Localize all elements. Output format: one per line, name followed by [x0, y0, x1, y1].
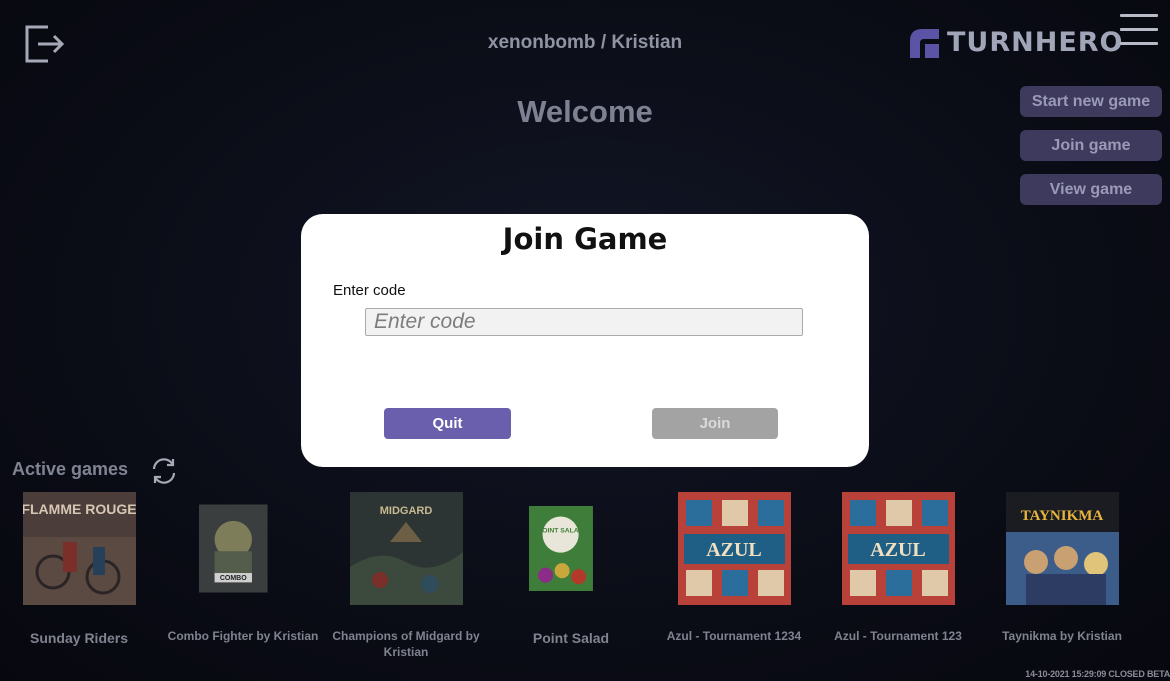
game-cover-image: FLAMME ROUGE — [22, 492, 136, 605]
game-cover-image: AZUL — [677, 492, 791, 605]
brand-name: TURNHERO — [947, 27, 1124, 58]
welcome-heading: Welcome — [517, 94, 653, 129]
modal-title: Join Game — [502, 222, 668, 256]
game-name: Sunday Riders — [29, 630, 129, 646]
game-cover-image: COMBO — [199, 504, 268, 593]
game-card[interactable]: POINT SALAD Point Salad — [491, 492, 651, 646]
cover-text: AZUL — [870, 539, 926, 561]
join-game-modal: Join Game Enter code Quit Join — [301, 214, 869, 467]
game-card[interactable]: AZUL Azul - Tournament 1234 — [654, 492, 814, 643]
game-cover-image: TAYNIKMA — [1005, 492, 1119, 605]
join-game-button[interactable]: Join game — [1020, 130, 1162, 161]
status-footer: 14-10-2021 15:29:09 CLOSED BETA — [1025, 669, 1170, 679]
cover-text: FLAMME ROUGE — [23, 501, 136, 517]
game-name: Taynikma by Kristian — [1002, 629, 1122, 643]
cover-text: POINT SALAD — [537, 527, 583, 534]
game-card[interactable]: COMBO Combo Fighter by Kristian — [163, 492, 323, 643]
cover-text: MIDGARD — [379, 505, 432, 517]
game-name: Champions of Midgard by Kristian — [332, 629, 480, 659]
game-cover-image: MIDGARD — [349, 492, 463, 605]
home-screen: xenonbomb / Kristian TURNHERO Welcome St… — [0, 0, 1170, 681]
join-button[interactable]: Join — [652, 408, 778, 439]
game-name: Azul - Tournament 123 — [834, 629, 962, 643]
game-name: Azul - Tournament 1234 — [666, 629, 802, 643]
hamburger-menu-icon[interactable] — [1120, 14, 1158, 48]
cover-text: TAYNIKMA — [1020, 508, 1103, 524]
game-name: Point Salad — [532, 630, 610, 646]
code-input[interactable] — [365, 308, 803, 336]
code-label: Enter code — [333, 282, 406, 299]
quit-button[interactable]: Quit — [384, 408, 511, 439]
game-card[interactable]: FLAMME ROUGE Sunday Riders — [0, 492, 159, 646]
cover-text: COMBO — [220, 575, 247, 582]
game-cover-image: AZUL — [841, 492, 955, 605]
game-card[interactable]: TAYNIKMA Taynikma by Kristian — [982, 492, 1142, 643]
turnhero-logo-icon — [910, 28, 939, 58]
game-card[interactable]: AZUL Azul - Tournament 123 — [818, 492, 978, 643]
cover-text: AZUL — [706, 539, 762, 561]
start-new-game-button[interactable]: Start new game — [1020, 86, 1162, 117]
active-games-heading: Active games — [12, 459, 129, 479]
view-game-button[interactable]: View game — [1020, 174, 1162, 205]
game-card[interactable]: MIDGARD Champions of Midgard by Kristian — [326, 492, 486, 659]
game-name: Combo Fighter by Kristian — [167, 629, 319, 643]
game-cover-image: POINT SALAD — [528, 506, 593, 591]
brand-logo: TURNHERO — [910, 28, 1124, 58]
refresh-icon[interactable] — [148, 455, 180, 487]
